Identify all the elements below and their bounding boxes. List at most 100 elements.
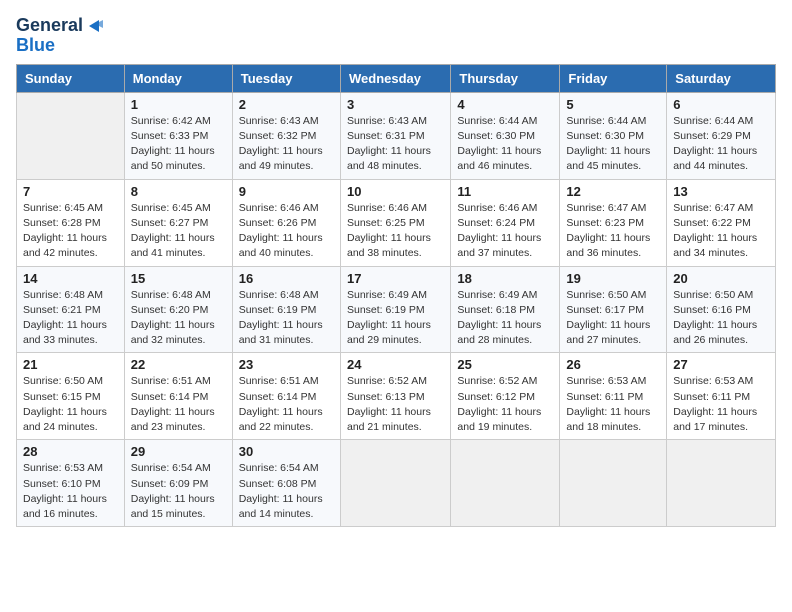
week-row-1: 1 Sunrise: 6:42 AM Sunset: 6:33 PM Daylig…: [17, 92, 776, 179]
day-number: 22: [131, 357, 226, 372]
day-detail: Sunrise: 6:54 AM Sunset: 6:08 PM Dayligh…: [239, 461, 334, 522]
logo: General Blue: [16, 16, 105, 56]
calendar-cell: 20 Sunrise: 6:50 AM Sunset: 6:16 PM Dayli…: [667, 266, 776, 353]
day-number: 28: [23, 444, 118, 459]
day-number: 29: [131, 444, 226, 459]
calendar-cell: 29 Sunrise: 6:54 AM Sunset: 6:09 PM Dayli…: [124, 440, 232, 527]
day-number: 4: [457, 97, 553, 112]
logo-text-general: General: [16, 16, 83, 36]
calendar-cell: 14 Sunrise: 6:48 AM Sunset: 6:21 PM Dayli…: [17, 266, 125, 353]
logo-graphic: General Blue: [16, 16, 105, 56]
day-number: 7: [23, 184, 118, 199]
calendar-cell: [560, 440, 667, 527]
day-number: 19: [566, 271, 660, 286]
calendar-cell: 4 Sunrise: 6:44 AM Sunset: 6:30 PM Daylig…: [451, 92, 560, 179]
day-number: 6: [673, 97, 769, 112]
day-detail: Sunrise: 6:45 AM Sunset: 6:27 PM Dayligh…: [131, 201, 226, 262]
day-number: 2: [239, 97, 334, 112]
day-detail: Sunrise: 6:50 AM Sunset: 6:16 PM Dayligh…: [673, 288, 769, 349]
week-row-4: 21Sunrise: 6:50 AM Sunset: 6:15 PM Dayli…: [17, 353, 776, 440]
day-detail: Sunrise: 6:44 AM Sunset: 6:29 PM Dayligh…: [673, 114, 769, 175]
calendar-cell: 3 Sunrise: 6:43 AM Sunset: 6:31 PM Daylig…: [340, 92, 450, 179]
day-detail: Sunrise: 6:43 AM Sunset: 6:31 PM Dayligh…: [347, 114, 444, 175]
calendar-cell: 6 Sunrise: 6:44 AM Sunset: 6:29 PM Daylig…: [667, 92, 776, 179]
day-number: 14: [23, 271, 118, 286]
day-number: 8: [131, 184, 226, 199]
day-detail: Sunrise: 6:54 AM Sunset: 6:09 PM Dayligh…: [131, 461, 226, 522]
weekday-friday: Friday: [560, 64, 667, 92]
day-detail: Sunrise: 6:44 AM Sunset: 6:30 PM Dayligh…: [566, 114, 660, 175]
calendar-cell: 15 Sunrise: 6:48 AM Sunset: 6:20 PM Dayli…: [124, 266, 232, 353]
day-detail: Sunrise: 6:49 AM Sunset: 6:19 PM Dayligh…: [347, 288, 444, 349]
calendar-cell: 18 Sunrise: 6:49 AM Sunset: 6:18 PM Dayli…: [451, 266, 560, 353]
day-number: 15: [131, 271, 226, 286]
weekday-monday: Monday: [124, 64, 232, 92]
day-number: 5: [566, 97, 660, 112]
calendar-cell: 28Sunrise: 6:53 AM Sunset: 6:10 PM Dayli…: [17, 440, 125, 527]
day-detail: Sunrise: 6:53 AM Sunset: 6:11 PM Dayligh…: [566, 374, 660, 435]
day-detail: Sunrise: 6:45 AM Sunset: 6:28 PM Dayligh…: [23, 201, 118, 262]
calendar-cell: 12 Sunrise: 6:47 AM Sunset: 6:23 PM Dayli…: [560, 179, 667, 266]
weekday-tuesday: Tuesday: [232, 64, 340, 92]
calendar-cell: 9 Sunrise: 6:46 AM Sunset: 6:26 PM Daylig…: [232, 179, 340, 266]
calendar-cell: 25 Sunrise: 6:52 AM Sunset: 6:12 PM Dayli…: [451, 353, 560, 440]
calendar-cell: 2 Sunrise: 6:43 AM Sunset: 6:32 PM Daylig…: [232, 92, 340, 179]
weekday-thursday: Thursday: [451, 64, 560, 92]
day-detail: Sunrise: 6:42 AM Sunset: 6:33 PM Dayligh…: [131, 114, 226, 175]
logo-arrow-icon: [85, 16, 105, 36]
calendar-cell: 21Sunrise: 6:50 AM Sunset: 6:15 PM Dayli…: [17, 353, 125, 440]
day-detail: Sunrise: 6:46 AM Sunset: 6:26 PM Dayligh…: [239, 201, 334, 262]
day-detail: Sunrise: 6:50 AM Sunset: 6:15 PM Dayligh…: [23, 374, 118, 435]
week-row-5: 28Sunrise: 6:53 AM Sunset: 6:10 PM Dayli…: [17, 440, 776, 527]
calendar-cell: [451, 440, 560, 527]
day-detail: Sunrise: 6:52 AM Sunset: 6:12 PM Dayligh…: [457, 374, 553, 435]
day-number: 13: [673, 184, 769, 199]
calendar-cell: 10Sunrise: 6:46 AM Sunset: 6:25 PM Dayli…: [340, 179, 450, 266]
weekday-saturday: Saturday: [667, 64, 776, 92]
calendar-cell: 30 Sunrise: 6:54 AM Sunset: 6:08 PM Dayli…: [232, 440, 340, 527]
day-detail: Sunrise: 6:47 AM Sunset: 6:22 PM Dayligh…: [673, 201, 769, 262]
week-row-3: 14 Sunrise: 6:48 AM Sunset: 6:21 PM Dayli…: [17, 266, 776, 353]
calendar-cell: 22Sunrise: 6:51 AM Sunset: 6:14 PM Dayli…: [124, 353, 232, 440]
calendar-cell: 8 Sunrise: 6:45 AM Sunset: 6:27 PM Daylig…: [124, 179, 232, 266]
day-detail: Sunrise: 6:49 AM Sunset: 6:18 PM Dayligh…: [457, 288, 553, 349]
calendar-cell: 13 Sunrise: 6:47 AM Sunset: 6:22 PM Dayli…: [667, 179, 776, 266]
day-detail: Sunrise: 6:46 AM Sunset: 6:25 PM Dayligh…: [347, 201, 444, 262]
day-number: 1: [131, 97, 226, 112]
calendar-cell: 5 Sunrise: 6:44 AM Sunset: 6:30 PM Daylig…: [560, 92, 667, 179]
calendar-cell: 1 Sunrise: 6:42 AM Sunset: 6:33 PM Daylig…: [124, 92, 232, 179]
day-detail: Sunrise: 6:47 AM Sunset: 6:23 PM Dayligh…: [566, 201, 660, 262]
weekday-header-row: SundayMondayTuesdayWednesdayThursdayFrid…: [17, 64, 776, 92]
calendar-cell: 27Sunrise: 6:53 AM Sunset: 6:11 PM Dayli…: [667, 353, 776, 440]
day-detail: Sunrise: 6:44 AM Sunset: 6:30 PM Dayligh…: [457, 114, 553, 175]
calendar-table: SundayMondayTuesdayWednesdayThursdayFrid…: [16, 64, 776, 527]
day-number: 18: [457, 271, 553, 286]
day-number: 12: [566, 184, 660, 199]
day-detail: Sunrise: 6:43 AM Sunset: 6:32 PM Dayligh…: [239, 114, 334, 175]
day-detail: Sunrise: 6:48 AM Sunset: 6:19 PM Dayligh…: [239, 288, 334, 349]
day-number: 16: [239, 271, 334, 286]
day-number: 11: [457, 184, 553, 199]
day-number: 25: [457, 357, 553, 372]
day-detail: Sunrise: 6:48 AM Sunset: 6:20 PM Dayligh…: [131, 288, 226, 349]
calendar-cell: 11 Sunrise: 6:46 AM Sunset: 6:24 PM Dayli…: [451, 179, 560, 266]
logo-text-blue: Blue: [16, 36, 55, 56]
day-number: 17: [347, 271, 444, 286]
day-detail: Sunrise: 6:53 AM Sunset: 6:11 PM Dayligh…: [673, 374, 769, 435]
day-number: 23: [239, 357, 334, 372]
day-number: 9: [239, 184, 334, 199]
calendar-cell: 19Sunrise: 6:50 AM Sunset: 6:17 PM Dayli…: [560, 266, 667, 353]
week-row-2: 7 Sunrise: 6:45 AM Sunset: 6:28 PM Daylig…: [17, 179, 776, 266]
day-number: 30: [239, 444, 334, 459]
calendar-cell: [340, 440, 450, 527]
weekday-sunday: Sunday: [17, 64, 125, 92]
calendar-cell: 17 Sunrise: 6:49 AM Sunset: 6:19 PM Dayli…: [340, 266, 450, 353]
day-number: 20: [673, 271, 769, 286]
day-number: 24: [347, 357, 444, 372]
day-detail: Sunrise: 6:48 AM Sunset: 6:21 PM Dayligh…: [23, 288, 118, 349]
calendar-cell: 7 Sunrise: 6:45 AM Sunset: 6:28 PM Daylig…: [17, 179, 125, 266]
weekday-wednesday: Wednesday: [340, 64, 450, 92]
day-number: 3: [347, 97, 444, 112]
day-detail: Sunrise: 6:46 AM Sunset: 6:24 PM Dayligh…: [457, 201, 553, 262]
header: General Blue: [16, 16, 776, 56]
